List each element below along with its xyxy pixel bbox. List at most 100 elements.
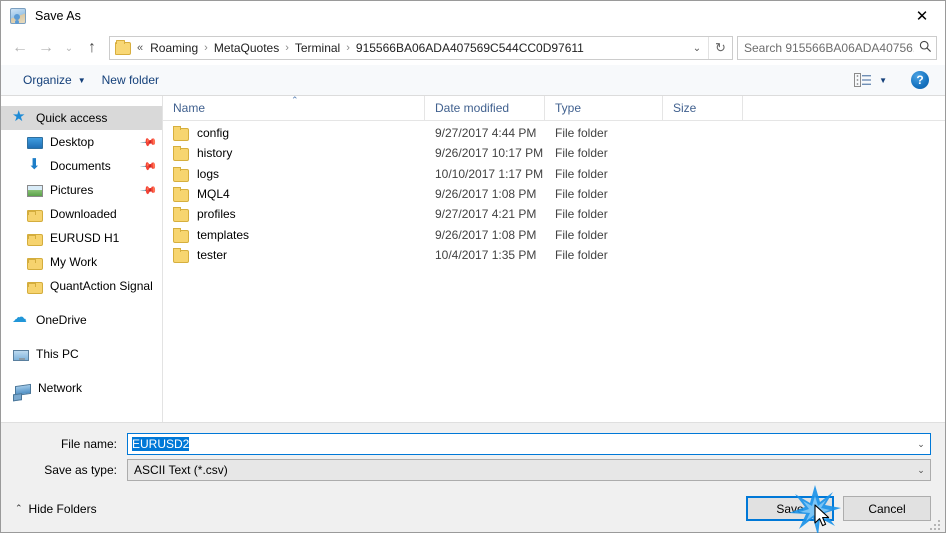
table-row[interactable]: config 9/27/2017 4:44 PM File folder (163, 123, 945, 143)
search-glyph (919, 40, 931, 53)
breadcrumb-overflow-icon[interactable]: « (135, 42, 145, 54)
column-header-row: Name ⌃ Date modified Type Size (163, 96, 945, 121)
new-folder-button[interactable]: New folder (94, 69, 167, 91)
refresh-icon[interactable]: ↻ (708, 37, 732, 59)
breadcrumb-item-guid[interactable]: 915566BA06ADA407569C544CC0D97611 (351, 41, 589, 55)
pin-icon[interactable]: 📌 (140, 133, 159, 151)
save-as-dialog: Save As ✕ ← → ⌄ ↑ « Roaming › MetaQuotes… (0, 0, 946, 533)
view-layout-icon[interactable] (851, 69, 875, 91)
sidebar-item-this-pc[interactable]: This PC (1, 342, 162, 366)
cell-type: File folder (555, 126, 608, 141)
search-input[interactable]: Search 915566BA06ADA40756... (737, 36, 937, 60)
cell-name-label: MQL4 (197, 187, 230, 202)
sidebar-item-pictures[interactable]: Pictures 📌 (1, 178, 162, 202)
sidebar-item-quantaction-signal[interactable]: QuantAction Signal (1, 274, 162, 298)
sort-ascending-icon: ⌃ (291, 96, 299, 105)
table-row[interactable]: profiles 9/27/2017 4:21 PM File folder (163, 204, 945, 224)
help-button[interactable]: ? (911, 71, 929, 89)
back-button[interactable]: ← (7, 35, 33, 61)
recent-locations-button[interactable]: ⌄ (59, 35, 79, 61)
window-title: Save As (35, 9, 81, 23)
dialog-footer: ⌃ Hide Folders Save Cancel (1, 485, 945, 532)
folder-icon (27, 281, 43, 294)
file-name-input[interactable]: EURUSD2 ⌄ (127, 433, 931, 455)
chevron-down-icon[interactable]: ⌄ (686, 37, 708, 59)
breadcrumb-item-roaming[interactable]: Roaming (145, 41, 203, 55)
sidebar-item-my-work[interactable]: My Work (1, 250, 162, 274)
forward-button[interactable]: → (33, 35, 59, 61)
cell-name: config (163, 125, 425, 142)
cancel-button[interactable]: Cancel (843, 496, 931, 521)
cell-name-label: history (197, 146, 233, 161)
sidebar-item-label: EURUSD H1 (50, 231, 120, 245)
sidebar-item-documents[interactable]: Documents 📌 (1, 154, 162, 178)
chevron-down-icon[interactable]: ⌄ (912, 439, 930, 450)
sidebar-item-network[interactable]: Network (1, 376, 162, 400)
close-icon[interactable]: ✕ (899, 1, 945, 31)
table-row[interactable]: history 9/26/2017 10:17 PM File folder (163, 143, 945, 163)
desktop-icon (27, 137, 43, 149)
search-icon[interactable] (914, 40, 936, 56)
star-icon (12, 107, 29, 126)
save-as-type-select[interactable]: ASCII Text (*.csv) ⌄ (127, 459, 931, 481)
sidebar-item-onedrive[interactable]: OneDrive (1, 308, 162, 332)
breadcrumb-item-metaquotes[interactable]: MetaQuotes (209, 41, 284, 55)
file-name-value[interactable]: EURUSD2 (128, 437, 912, 451)
pin-icon[interactable]: 📌 (140, 181, 159, 199)
cell-date: 9/27/2017 4:21 PM (435, 207, 537, 222)
save-form: File name: EURUSD2 ⌄ Save as type: ASCII… (1, 422, 945, 485)
sidebar-item-eurusd-h1[interactable]: EURUSD H1 (1, 226, 162, 250)
sidebar-item-label: Network (38, 381, 83, 395)
save-as-type-value: ASCII Text (*.csv) (134, 463, 228, 477)
chevron-down-icon[interactable]: ⌄ (912, 465, 930, 476)
column-header-name[interactable]: Name ⌃ (163, 96, 425, 120)
file-name-row: File name: EURUSD2 ⌄ (15, 433, 931, 455)
sidebar-item-quick-access[interactable]: Quick access (1, 106, 162, 130)
folder-icon (173, 145, 189, 162)
folder-icon (115, 39, 131, 55)
save-as-icon (10, 8, 26, 24)
column-header-type-label: Type (555, 101, 582, 115)
up-button[interactable]: ↑ (79, 35, 105, 61)
new-folder-label: New folder (101, 73, 159, 87)
pc-icon (13, 349, 29, 361)
sidebar-item-label: This PC (36, 347, 79, 361)
cell-date: 9/26/2017 1:08 PM (435, 227, 537, 242)
table-row[interactable]: tester 10/4/2017 1:35 PM File folder (163, 245, 945, 265)
cell-date: 9/26/2017 10:17 PM (435, 146, 544, 161)
cell-date: 10/4/2017 1:35 PM (435, 247, 537, 262)
folder-icon (173, 247, 189, 263)
organize-button[interactable]: Organize ▼ (15, 69, 94, 91)
save-as-type-row: Save as type: ASCII Text (*.csv) ⌄ (15, 459, 931, 481)
column-header-size[interactable]: Size (663, 96, 743, 120)
table-row[interactable]: MQL4 9/26/2017 1:08 PM File folder (163, 184, 945, 204)
breadcrumb-item-terminal[interactable]: Terminal (290, 41, 345, 55)
table-row[interactable]: logs 10/10/2017 1:17 PM File folder (163, 164, 945, 184)
cell-type: File folder (555, 207, 608, 222)
toolbar-right-group: ▼ ? (851, 69, 937, 91)
chevron-down-icon[interactable]: ▼ (877, 76, 895, 85)
sidebar-item-desktop[interactable]: Desktop 📌 (1, 130, 162, 154)
cell-name: tester (163, 247, 425, 263)
resize-grip[interactable] (930, 518, 942, 530)
save-button[interactable]: Save (746, 496, 834, 521)
title-bar: Save As ✕ (1, 1, 945, 31)
cell-type: File folder (555, 166, 608, 181)
column-header-date-modified[interactable]: Date modified (425, 96, 545, 120)
cell-type: File folder (555, 227, 608, 242)
folder-icon (27, 257, 43, 270)
column-header-type[interactable]: Type (545, 96, 663, 120)
sidebar-item-label: QuantAction Signal (50, 279, 153, 293)
navigation-sidebar[interactable]: Quick accessDesktop📌Documents📌Pictures📌D… (1, 96, 163, 422)
address-bar[interactable]: « Roaming › MetaQuotes › Terminal › 9155… (109, 36, 733, 60)
cell-name-label: tester (197, 247, 228, 262)
table-row[interactable]: templates 9/26/2017 1:08 PM File folder (163, 224, 945, 244)
sidebar-item-label: My Work (50, 255, 98, 269)
sidebar-item-label: OneDrive (36, 313, 87, 327)
sidebar-item-downloaded[interactable]: Downloaded (1, 202, 162, 226)
hide-folders-button[interactable]: ⌃ Hide Folders (15, 502, 97, 516)
pin-icon[interactable]: 📌 (140, 157, 159, 175)
